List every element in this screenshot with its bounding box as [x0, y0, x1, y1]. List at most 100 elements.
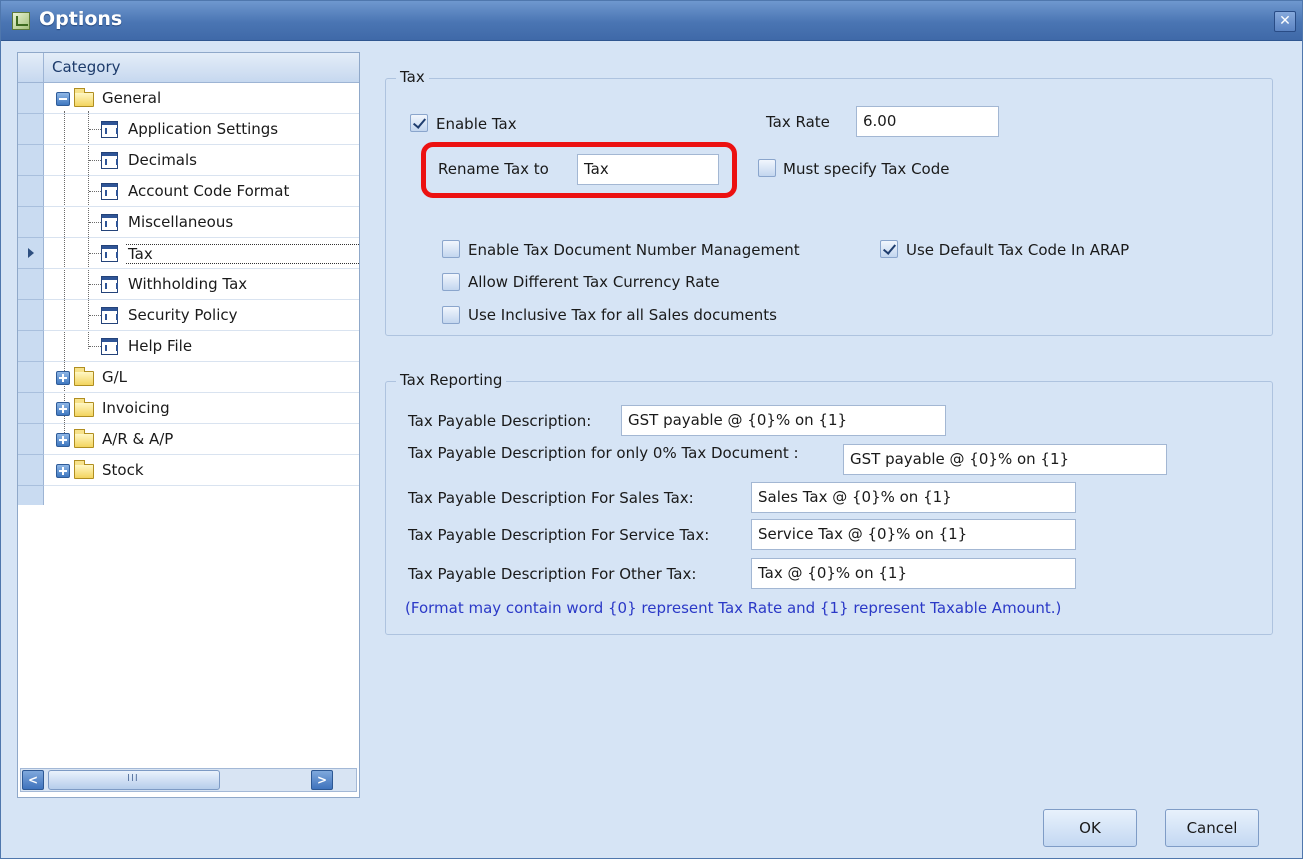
scroll-right-button[interactable]: >	[311, 770, 333, 790]
cancel-button[interactable]: Cancel	[1165, 809, 1259, 847]
tree-node-security-policy[interactable]: Security Policy	[44, 300, 359, 331]
chevron-left-icon: <	[27, 773, 39, 787]
tree-node-label: Help File	[128, 337, 193, 355]
settings-page-icon	[101, 214, 118, 231]
title-bar[interactable]: Options ✕	[1, 1, 1302, 41]
tax-rate-label: Tax Rate	[766, 113, 830, 131]
use-default-tax-code-arap-checkbox[interactable]	[880, 240, 898, 258]
options-window: Options ✕ Category General Application S…	[0, 0, 1303, 859]
enable-tax-checkbox[interactable]	[410, 114, 428, 132]
enable-tax-label: Enable Tax	[436, 115, 517, 133]
tax-payable-description-field[interactable]: GST payable @ {0}% on {1}	[621, 405, 946, 436]
ok-button[interactable]: OK	[1043, 809, 1137, 847]
row-indicator	[18, 300, 44, 331]
tree-node-label: General	[102, 89, 162, 107]
horizontal-scrollbar[interactable]: < III >	[20, 768, 357, 792]
rename-tax-field[interactable]: Tax	[577, 154, 719, 185]
row-indicator	[18, 176, 44, 207]
tree-node-stock[interactable]: Stock	[44, 455, 359, 486]
enable-tax-doc-number-checkbox[interactable]	[442, 240, 460, 258]
tree-node-decimals[interactable]: Decimals	[44, 145, 359, 176]
tax-rate-field[interactable]: 6.00	[856, 106, 999, 137]
row-indicator-header	[18, 53, 44, 82]
scrollbar-thumb[interactable]: III	[48, 770, 220, 790]
tree-node-general[interactable]: General	[44, 83, 359, 114]
sales-tax-description-field[interactable]: Sales Tax @ {0}% on {1}	[751, 482, 1076, 513]
settings-page-icon	[101, 276, 118, 293]
expand-icon[interactable]	[56, 433, 70, 447]
row-indicator	[18, 362, 44, 393]
settings-page-icon	[101, 245, 118, 262]
tree-node-help-file[interactable]: Help File	[44, 331, 359, 362]
close-button[interactable]: ✕	[1274, 11, 1296, 32]
row-indicator	[18, 455, 44, 486]
expand-icon[interactable]	[56, 402, 70, 416]
scroll-left-button[interactable]: <	[22, 770, 44, 790]
tree-node-label: Withholding Tax	[128, 275, 248, 293]
folder-icon	[74, 88, 94, 107]
use-inclusive-tax-checkbox[interactable]	[442, 306, 460, 324]
tree-node-label: A/R & A/P	[102, 430, 174, 448]
must-specify-tax-code-label: Must specify Tax Code	[783, 160, 950, 178]
category-header-label: Category	[52, 58, 121, 76]
row-indicator	[18, 114, 44, 145]
tree-node-gl[interactable]: G/L	[44, 362, 359, 393]
allow-different-currency-rate-label: Allow Different Tax Currency Rate	[468, 273, 720, 291]
folder-icon	[74, 398, 94, 417]
row-indicator	[18, 331, 44, 362]
settings-page-icon	[101, 152, 118, 169]
tree-node-account-code-format[interactable]: Account Code Format	[44, 176, 359, 207]
current-row-indicator-icon	[18, 238, 44, 269]
service-tax-description-field[interactable]: Service Tax @ {0}% on {1}	[751, 519, 1076, 550]
tax-payable-description-label: Tax Payable Description:	[408, 412, 592, 430]
collapse-icon[interactable]	[56, 92, 70, 106]
format-help-note: (Format may contain word {0} represent T…	[405, 599, 1062, 617]
row-indicator	[18, 393, 44, 424]
tree-connector-line	[89, 253, 101, 254]
settings-page-icon	[101, 121, 118, 138]
tree-connector-line	[89, 222, 101, 223]
use-inclusive-tax-label: Use Inclusive Tax for all Sales document…	[468, 306, 777, 324]
tree-node-ar-ap[interactable]: A/R & A/P	[44, 424, 359, 455]
tree-node-label: Security Policy	[128, 306, 238, 324]
expand-icon[interactable]	[56, 371, 70, 385]
tree-node-tax[interactable]: Tax	[44, 238, 359, 269]
allow-different-currency-rate-checkbox[interactable]	[442, 273, 460, 291]
folder-icon	[74, 367, 94, 386]
settings-page-icon	[101, 338, 118, 355]
sales-tax-description-label: Tax Payable Description For Sales Tax:	[408, 489, 694, 507]
tax-reporting-legend: Tax Reporting	[396, 371, 507, 389]
tree-node-label: Application Settings	[128, 120, 279, 138]
tree-node-label: Decimals	[128, 151, 197, 169]
service-tax-description-label: Tax Payable Description For Service Tax:	[408, 526, 710, 544]
use-default-tax-code-arap-label: Use Default Tax Code In ARAP	[906, 241, 1130, 259]
expand-icon[interactable]	[56, 464, 70, 478]
settings-page-icon	[101, 307, 118, 324]
row-indicator	[18, 424, 44, 455]
tree-node-label: Stock	[102, 461, 144, 479]
tree-node-label: Miscellaneous	[128, 213, 234, 231]
tree-connector-line	[89, 160, 101, 161]
category-column-header[interactable]: Category	[18, 53, 359, 83]
scroll-grip-icon: III	[127, 773, 139, 784]
category-tree: Category General Application Settings De…	[17, 52, 360, 798]
tree-node-miscellaneous[interactable]: Miscellaneous	[44, 207, 359, 238]
tree-connector-line	[89, 346, 101, 347]
tax-payable-zero-label: Tax Payable Description for only 0% Tax …	[408, 444, 799, 462]
chevron-right-icon: >	[316, 773, 328, 787]
tree-node-invoicing[interactable]: Invoicing	[44, 393, 359, 424]
enable-tax-doc-number-label: Enable Tax Document Number Management	[468, 241, 800, 259]
tree-node-label: Tax	[126, 244, 359, 264]
settings-page-icon	[101, 183, 118, 200]
row-indicator-column	[18, 83, 44, 505]
other-tax-description-field[interactable]: Tax @ {0}% on {1}	[751, 558, 1076, 589]
tree-node-label: G/L	[102, 368, 128, 386]
tree-node-withholding-tax[interactable]: Withholding Tax	[44, 269, 359, 300]
must-specify-tax-code-checkbox[interactable]	[758, 159, 776, 177]
tax-payable-zero-field[interactable]: GST payable @ {0}% on {1}	[843, 444, 1167, 475]
tree-node-application-settings[interactable]: Application Settings	[44, 114, 359, 145]
tree-connector-line	[89, 284, 101, 285]
window-title: Options	[39, 8, 123, 30]
app-icon	[12, 12, 30, 30]
close-icon: ✕	[1279, 13, 1291, 29]
